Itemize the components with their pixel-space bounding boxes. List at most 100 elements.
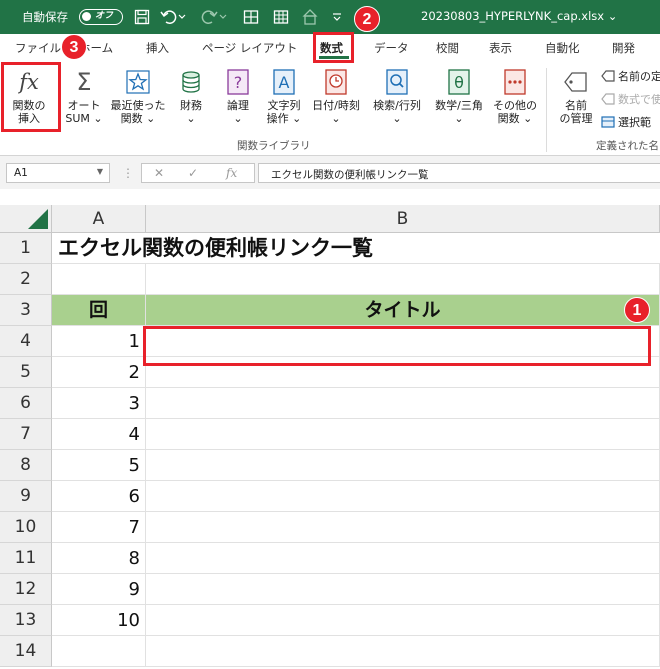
- autosum-button[interactable]: Σ オート SUM ⌄: [61, 64, 107, 126]
- recently-used-button[interactable]: 最近使った 関数 ⌄: [107, 64, 169, 125]
- accessibility-icon[interactable]: [299, 6, 321, 28]
- math-trig-button[interactable]: θ 数学/三角 ⌄: [429, 64, 489, 125]
- use-in-formula-button[interactable]: 数式で使: [601, 91, 660, 107]
- tab-developer[interactable]: 開発: [612, 40, 635, 56]
- cell-number[interactable]: 7: [52, 512, 146, 543]
- row-header[interactable]: 2: [0, 264, 52, 295]
- row-header[interactable]: 9: [0, 481, 52, 512]
- row-header[interactable]: 8: [0, 450, 52, 481]
- formula-bar: A1 ▼ ⋮ ✕ ✓ fx エクセル関数の便利帳リンク一覧: [0, 156, 660, 189]
- row-header[interactable]: 11: [0, 543, 52, 574]
- tab-page-layout[interactable]: ページ レイアウト: [202, 40, 297, 56]
- row-header[interactable]: 12: [0, 574, 52, 605]
- cell-number[interactable]: 3: [52, 388, 146, 419]
- row-header[interactable]: 7: [0, 419, 52, 450]
- tab-automate[interactable]: 自動化: [545, 40, 580, 56]
- tab-data[interactable]: データ: [374, 40, 409, 56]
- borders-icon[interactable]: [240, 6, 262, 28]
- save-icon[interactable]: [131, 6, 153, 28]
- row-header[interactable]: 10: [0, 512, 52, 543]
- autosum-label-2: SUM ⌄: [65, 112, 103, 125]
- create-from-selection-label: 選択範: [618, 116, 651, 129]
- create-from-selection-button[interactable]: 選択範: [601, 114, 651, 130]
- question-icon: ?: [225, 68, 251, 96]
- cell-number[interactable]: 4: [52, 419, 146, 450]
- text-functions-button[interactable]: A 文字列 操作 ⌄: [261, 64, 307, 125]
- customize-qat-icon[interactable]: [330, 6, 344, 28]
- select-all-button[interactable]: [0, 205, 52, 233]
- row-header[interactable]: 1: [0, 233, 52, 264]
- callout-box-cell-b4: [143, 326, 651, 366]
- use-in-formula-icon: [601, 93, 615, 105]
- more-functions-icon: [502, 68, 528, 96]
- autosave-toggle[interactable]: オフ: [79, 9, 123, 25]
- cell-number[interactable]: 5: [52, 450, 146, 481]
- cell-number[interactable]: 1: [52, 326, 146, 357]
- row-header[interactable]: 13: [0, 605, 52, 636]
- cell-a1-title[interactable]: エクセル関数の便利帳リンク一覧: [52, 233, 660, 264]
- formula-input[interactable]: エクセル関数の便利帳リンク一覧: [258, 163, 660, 183]
- column-header-a[interactable]: A: [52, 205, 146, 233]
- cell-title[interactable]: [146, 388, 660, 419]
- define-name-button[interactable]: 名前の定: [601, 68, 660, 84]
- callout-box-formulas-tab: [313, 32, 354, 63]
- undo-dropdown-icon[interactable]: [176, 6, 188, 28]
- lookup-button[interactable]: 検索/行列 ⌄: [367, 64, 427, 125]
- name-box[interactable]: A1 ▼: [6, 163, 110, 183]
- create-from-selection-icon: [601, 116, 615, 128]
- enter-check-icon[interactable]: ✓: [188, 166, 198, 180]
- cell-title[interactable]: [146, 543, 660, 574]
- cell-number[interactable]: 8: [52, 543, 146, 574]
- more-functions-button[interactable]: その他の 関数 ⌄: [491, 64, 539, 125]
- table-icon[interactable]: [270, 6, 292, 28]
- row-header[interactable]: 6: [0, 388, 52, 419]
- tab-file[interactable]: ファイル: [15, 40, 61, 56]
- column-header-b[interactable]: B: [146, 205, 660, 233]
- name-manager-button[interactable]: 名前 の管理: [553, 64, 599, 125]
- cell-title[interactable]: [146, 481, 660, 512]
- callout-box-insert-function: [1, 62, 61, 132]
- lookup-label-1: 検索/行列: [373, 99, 421, 112]
- cell-title[interactable]: [146, 512, 660, 543]
- row-header[interactable]: 3: [0, 295, 52, 326]
- date-time-button[interactable]: 日付/時刻 ⌄: [307, 64, 365, 125]
- redo-dropdown-icon[interactable]: [217, 6, 229, 28]
- math-trig-label-2: ⌄: [454, 112, 464, 125]
- theta-icon: θ: [446, 68, 472, 96]
- cell-number[interactable]: 2: [52, 357, 146, 388]
- clock-icon: [323, 68, 349, 96]
- name-box-dropdown-icon[interactable]: ▼: [97, 167, 103, 176]
- math-trig-label-1: 数学/三角: [435, 99, 483, 112]
- cell-number[interactable]: 9: [52, 574, 146, 605]
- row-header[interactable]: 5: [0, 357, 52, 388]
- formula-bar-grip-icon[interactable]: ⋮: [122, 166, 134, 180]
- cell-title[interactable]: [146, 574, 660, 605]
- header-cell-title[interactable]: タイトル: [146, 295, 660, 326]
- define-name-icon: [601, 70, 615, 82]
- logical-button[interactable]: ? 論理 ⌄: [218, 64, 258, 125]
- coins-icon: [178, 68, 204, 96]
- tab-view[interactable]: 表示: [489, 40, 512, 56]
- file-name[interactable]: 20230803_HYPERLYNK_cap.xlsx ⌄: [421, 9, 617, 23]
- cell[interactable]: [52, 264, 146, 295]
- tab-review[interactable]: 校閲: [436, 40, 459, 56]
- insert-function-fx-icon[interactable]: fx: [226, 166, 237, 180]
- cell-number[interactable]: 6: [52, 481, 146, 512]
- lookup-label-2: ⌄: [392, 112, 402, 125]
- header-cell-count[interactable]: 回: [52, 295, 146, 326]
- cell-title[interactable]: [146, 450, 660, 481]
- cell[interactable]: [146, 264, 660, 295]
- row-header[interactable]: 14: [0, 636, 52, 667]
- cell[interactable]: [146, 636, 660, 667]
- autosave-label: 自動保存: [22, 10, 68, 24]
- cell-title[interactable]: [146, 605, 660, 636]
- more-functions-label-1: その他の: [493, 99, 537, 112]
- cell-title[interactable]: [146, 419, 660, 450]
- cell-number[interactable]: 10: [52, 605, 146, 636]
- financial-button[interactable]: 財務 ⌄: [171, 64, 211, 125]
- tab-insert[interactable]: 挿入: [146, 40, 169, 56]
- cancel-icon[interactable]: ✕: [154, 166, 164, 180]
- cell[interactable]: [52, 636, 146, 667]
- text-functions-label-2: 操作 ⌄: [266, 112, 302, 125]
- row-header[interactable]: 4: [0, 326, 52, 357]
